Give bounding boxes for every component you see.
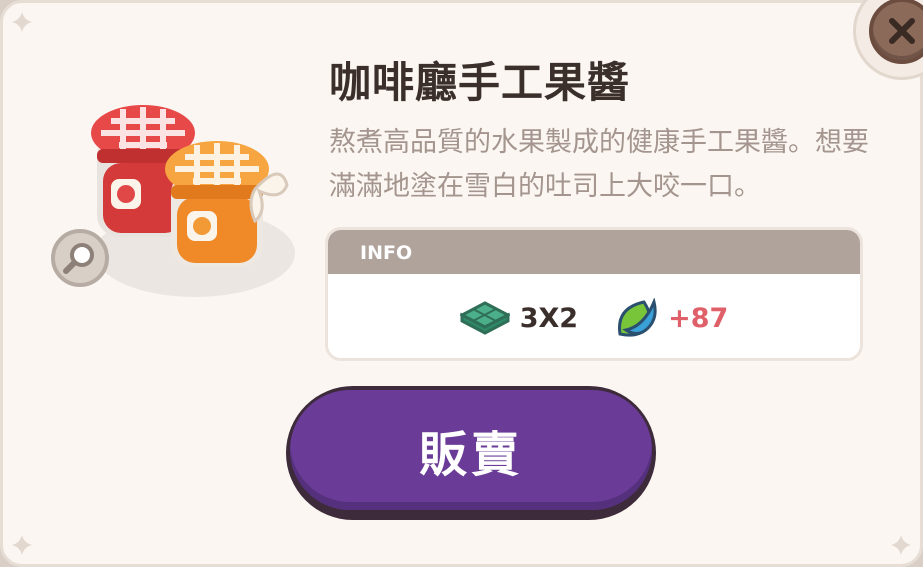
close-icon [889, 18, 915, 44]
sell-button[interactable]: 販賣 [286, 386, 656, 520]
corner-flourish-icon [11, 534, 33, 556]
item-dialog: 咖啡廳手工果醬 熬煮高品質的水果製成的健康手工果醬。想要滿滿地塗在雪白的吐司上大… [0, 0, 923, 567]
info-header: INFO [328, 230, 860, 274]
info-stats: 3X2 +87 [328, 298, 860, 338]
item-title: 咖啡廳手工果醬 [329, 58, 631, 107]
zoom-button[interactable] [51, 229, 109, 287]
leaf-drop-icon [618, 298, 657, 337]
expo-value: +87 [668, 302, 729, 334]
corner-flourish-icon [890, 534, 912, 556]
sell-label: 販賣 [290, 390, 652, 510]
item-description: 熬煮高品質的水果製成的健康手工果醬。想要滿滿地塗在雪白的吐司上大咬一口。 [329, 127, 869, 202]
magnify-icon [63, 243, 94, 274]
corner-flourish-icon [11, 11, 33, 33]
close-button-face [869, 0, 923, 64]
size-value: 3X2 [519, 302, 579, 334]
expo-stat: +87 [614, 298, 728, 338]
size-stat: 3X2 [459, 301, 579, 335]
info-panel: INFO 3X2 +87 [325, 227, 863, 361]
tile-size-icon [459, 301, 510, 335]
